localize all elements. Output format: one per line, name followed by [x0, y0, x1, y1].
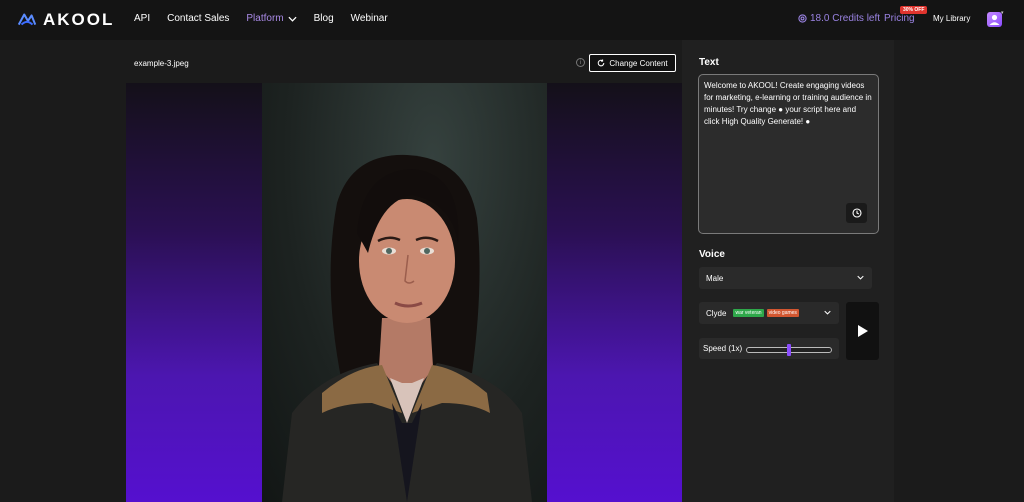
change-content-label: Change Content — [609, 58, 668, 68]
credits-display[interactable]: 18.0 Credits left — [798, 13, 880, 24]
nav-contact-sales[interactable]: Contact Sales — [167, 13, 229, 24]
nav-blog-label: Blog — [313, 13, 334, 24]
nav-api-label: API — [134, 13, 151, 24]
akool-logo-icon — [17, 13, 37, 26]
nav-platform-label: Platform — [246, 13, 284, 24]
credits-text: 18.0 Credits left — [810, 13, 881, 24]
main-nav: API Contact Sales Platform Blog Webinar — [134, 13, 405, 24]
voice-section-label: Voice — [699, 249, 725, 260]
speed-slider[interactable] — [746, 344, 832, 356]
voice-name: Clyde — [706, 308, 727, 318]
change-content-button[interactable]: Change Content — [589, 54, 676, 72]
voice-tag: video games — [766, 309, 799, 317]
pricing-link[interactable]: Pricing — [884, 13, 915, 24]
info-icon[interactable]: i — [576, 58, 585, 67]
voice-gender-value: Male — [706, 273, 724, 283]
my-library-link[interactable]: My Library — [933, 14, 970, 23]
chevron-down-icon — [824, 310, 831, 315]
speed-slider-thumb[interactable] — [787, 344, 791, 356]
file-name: example-3.jpeg — [134, 59, 189, 68]
speed-label: Speed (1x) — [703, 344, 743, 353]
avatar-caret-icon: ▾ — [1001, 10, 1004, 16]
voice-gender-select[interactable]: Male — [699, 267, 872, 289]
timing-button[interactable] — [846, 203, 867, 223]
play-preview-button[interactable] — [846, 302, 879, 360]
nav-contact-sales-label: Contact Sales — [167, 13, 230, 24]
nav-platform[interactable]: Platform — [246, 13, 297, 24]
nav-webinar[interactable]: Webinar — [351, 13, 388, 24]
user-avatar[interactable] — [987, 12, 1002, 27]
user-icon — [989, 14, 1000, 25]
refresh-icon — [598, 59, 605, 67]
credits-icon — [798, 14, 807, 23]
discount-badge: 30% OFF — [900, 6, 928, 14]
voice-select[interactable]: Clyde war veteran video games — [699, 302, 839, 324]
nav-api[interactable]: API — [134, 13, 150, 24]
chevron-down-icon — [857, 275, 864, 280]
voice-tag: war veteran — [733, 309, 764, 317]
nav-webinar-label: Webinar — [350, 13, 388, 24]
text-section-label: Text — [699, 57, 719, 68]
nav-blog[interactable]: Blog — [314, 13, 334, 24]
akool-logo[interactable]: AKOOL — [16, 9, 114, 31]
portrait-illustration — [282, 154, 532, 502]
clock-icon — [851, 208, 862, 218]
play-icon — [857, 325, 868, 337]
portrait-image — [262, 83, 547, 502]
logo-text: AKOOL — [43, 10, 115, 29]
chevron-down-icon — [288, 16, 297, 22]
speed-control: Speed (1x) — [699, 338, 839, 359]
